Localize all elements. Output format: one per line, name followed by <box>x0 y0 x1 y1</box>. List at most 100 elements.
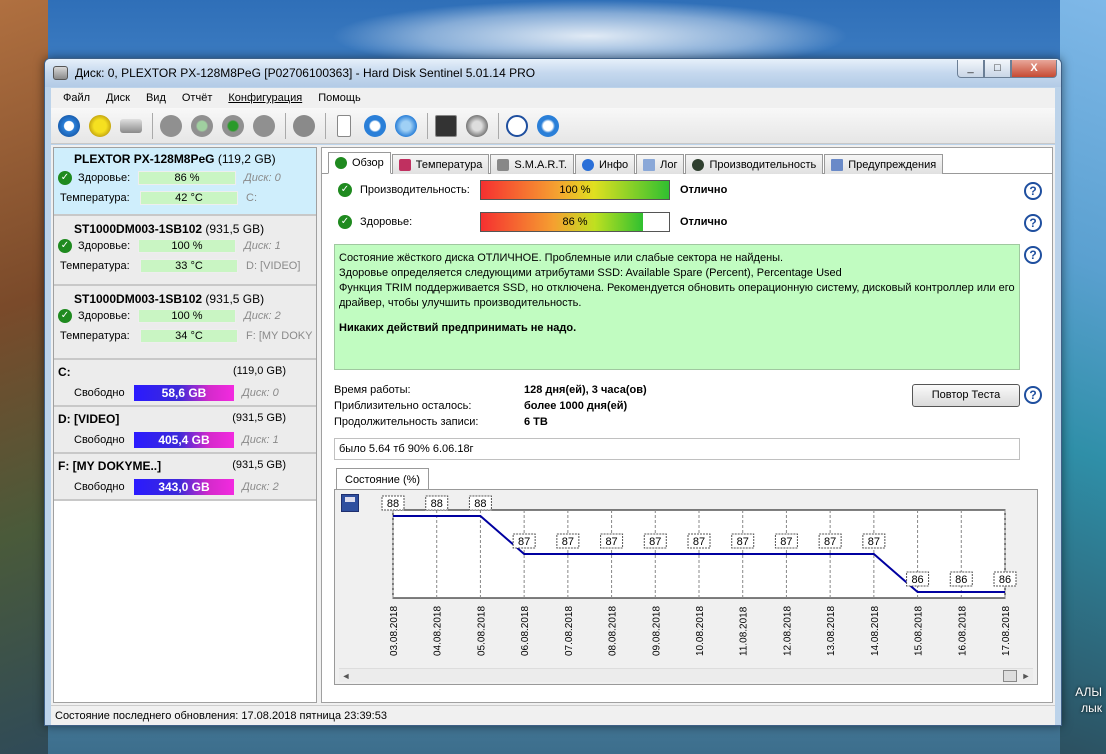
health-label: Здоровье: <box>78 240 131 252</box>
toolbar-separator <box>427 112 428 139</box>
console-button[interactable] <box>432 112 460 140</box>
data-label: 87 <box>649 536 661 548</box>
data-label: 86 <box>955 574 967 586</box>
test-button-1[interactable] <box>157 112 185 140</box>
performance-row: ✓ Производительность: 100 % Отлично <box>334 180 727 200</box>
title-bar[interactable]: Диск: 0, PLEXTOR PX-128M8PeG [P027061003… <box>45 59 1061 87</box>
help-icon[interactable]: ? <box>1024 182 1042 200</box>
health-status: Отлично <box>680 216 728 228</box>
tab-info[interactable]: Инфо <box>574 154 636 174</box>
test-button-4[interactable] <box>250 112 278 140</box>
free-space-bar: 405,4 GB <box>134 432 234 448</box>
health-label: Здоровье: <box>78 310 131 322</box>
tab-health-history[interactable]: Состояние (%) <box>336 468 430 490</box>
tab-alerts[interactable]: Предупреждения <box>824 154 944 174</box>
disk-entry-1[interactable]: ST1000DM003-1SB102 (931,5 GB) ✓ Здоровье… <box>54 216 316 286</box>
x-tick-label: 10.08.2018 <box>695 606 706 656</box>
stop-button[interactable] <box>290 112 318 140</box>
help-icon[interactable]: ? <box>1024 214 1042 232</box>
refresh-button[interactable] <box>55 112 83 140</box>
volume-name: C: <box>58 365 71 379</box>
note-input[interactable]: было 5.64 тб 90% 6.06.18г <box>334 438 1020 460</box>
main-window: Диск: 0, PLEXTOR PX-128M8PeG [P027061003… <box>44 58 1062 726</box>
tab-smart[interactable]: S.M.A.R.T. <box>490 154 574 174</box>
tab-strip: Обзор Температура S.M.A.R.T. Инфо Лог Пр… <box>328 152 944 174</box>
disk-check-icon <box>191 114 213 137</box>
disk-name: ST1000DM003-1SB102 <box>74 222 203 236</box>
disk-list-panel: PLEXTOR PX-128M8PeG (119,2 GB) ✓ Здоровь… <box>53 147 317 703</box>
sync-button[interactable] <box>361 112 389 140</box>
alert-button[interactable] <box>86 112 114 140</box>
tab-performance[interactable]: Производительность <box>685 154 824 174</box>
network-button[interactable] <box>392 112 420 140</box>
health-bar: 86 % <box>138 171 236 185</box>
sound-button[interactable] <box>463 112 491 140</box>
temperature-bar: 33 °C <box>140 259 238 273</box>
help-icon[interactable]: ? <box>1024 386 1042 404</box>
help-toolbar-button[interactable] <box>503 112 531 140</box>
free-space-label: Свободно <box>74 481 125 493</box>
volume-disk-index: Диск: 0 <box>242 387 279 399</box>
menu-help[interactable]: Помощь <box>310 88 369 108</box>
info-icon <box>537 114 559 137</box>
performance-value: 100 % <box>559 184 591 196</box>
app-icon <box>53 66 68 80</box>
free-space-label: Свободно <box>74 434 125 446</box>
disk-name: PLEXTOR PX-128M8PeG <box>74 152 215 166</box>
health-meter: 86 % <box>480 212 670 232</box>
close-button[interactable]: X <box>1011 60 1057 78</box>
menu-disk[interactable]: Диск <box>98 88 138 108</box>
data-label: 87 <box>780 536 792 548</box>
tab-temperature[interactable]: Температура <box>391 154 490 174</box>
desktop-icon-label[interactable]: АЛЫ лык <box>1075 684 1102 716</box>
toolbar <box>51 108 1055 144</box>
info-row: Продолжительность записи: 6 TB <box>334 416 548 428</box>
x-tick-label: 06.08.2018 <box>520 606 531 656</box>
tool-icon <box>253 114 275 137</box>
horizontal-scrollbar[interactable]: ◄ ► <box>339 668 1033 682</box>
disk-entry-0[interactable]: PLEXTOR PX-128M8PeG (119,2 GB) ✓ Здоровь… <box>54 148 316 216</box>
scroll-right-icon[interactable]: ► <box>1019 669 1033 683</box>
data-label: 87 <box>737 536 749 548</box>
disk-entry-2[interactable]: ST1000DM003-1SB102 (931,5 GB) ✓ Здоровье… <box>54 286 316 360</box>
disk-size: (931,5 GB) <box>205 292 265 306</box>
maximize-button[interactable]: □ <box>984 60 1011 78</box>
x-tick-label: 14.08.2018 <box>870 606 881 656</box>
tab-log[interactable]: Лог <box>636 154 685 174</box>
log-icon <box>643 158 656 171</box>
scroll-left-icon[interactable]: ◄ <box>339 669 353 683</box>
menu-report[interactable]: Отчёт <box>174 88 220 108</box>
volume-entry-f[interactable]: F: [MY DOKYME..] (931,5 GB) Свободно 343… <box>54 454 316 501</box>
x-tick-label: 04.08.2018 <box>433 606 444 656</box>
scroll-thumb[interactable] <box>1003 670 1017 682</box>
test-button-3[interactable] <box>219 112 247 140</box>
menu-view[interactable]: Вид <box>138 88 174 108</box>
volume-entry-d[interactable]: D: [VIDEO] (931,5 GB) Свободно 405,4 GB … <box>54 407 316 454</box>
checkmark-icon: ✓ <box>338 215 352 229</box>
checkmark-icon: ✓ <box>58 239 72 253</box>
checkmark-icon <box>335 157 347 169</box>
report-button[interactable] <box>330 112 358 140</box>
x-tick-label: 15.08.2018 <box>914 606 925 656</box>
checkmark-icon: ✓ <box>58 309 72 323</box>
info-toolbar-button[interactable] <box>534 112 562 140</box>
temperature-bar: 42 °C <box>140 191 238 205</box>
data-label: 87 <box>824 536 836 548</box>
toolbar-separator <box>285 112 286 139</box>
health-row: ✓ Здоровье: 86 % Отлично <box>334 212 727 232</box>
minimize-button[interactable]: _ <box>957 60 984 78</box>
volume-label: D: [VIDEO] <box>246 260 301 272</box>
data-label: 87 <box>518 536 530 548</box>
info-row: Приблизительно осталось: более 1000 дня(… <box>334 400 628 412</box>
gauge-icon <box>692 158 705 171</box>
help-icon[interactable]: ? <box>1024 246 1042 264</box>
test-button-2[interactable] <box>188 112 216 140</box>
menu-file[interactable]: Файл <box>55 88 98 108</box>
retest-button[interactable]: Повтор Теста <box>912 384 1020 407</box>
menu-configuration[interactable]: Конфигурация <box>220 88 310 108</box>
window-title: Диск: 0, PLEXTOR PX-128M8PeG [P027061003… <box>75 66 536 80</box>
tab-overview[interactable]: Обзор <box>328 152 391 174</box>
disk-button[interactable] <box>117 112 145 140</box>
volume-entry-c[interactable]: C: (119,0 GB) Свободно 58,6 GB Диск: 0 <box>54 360 316 407</box>
temperature-label: Температура: <box>60 260 130 272</box>
